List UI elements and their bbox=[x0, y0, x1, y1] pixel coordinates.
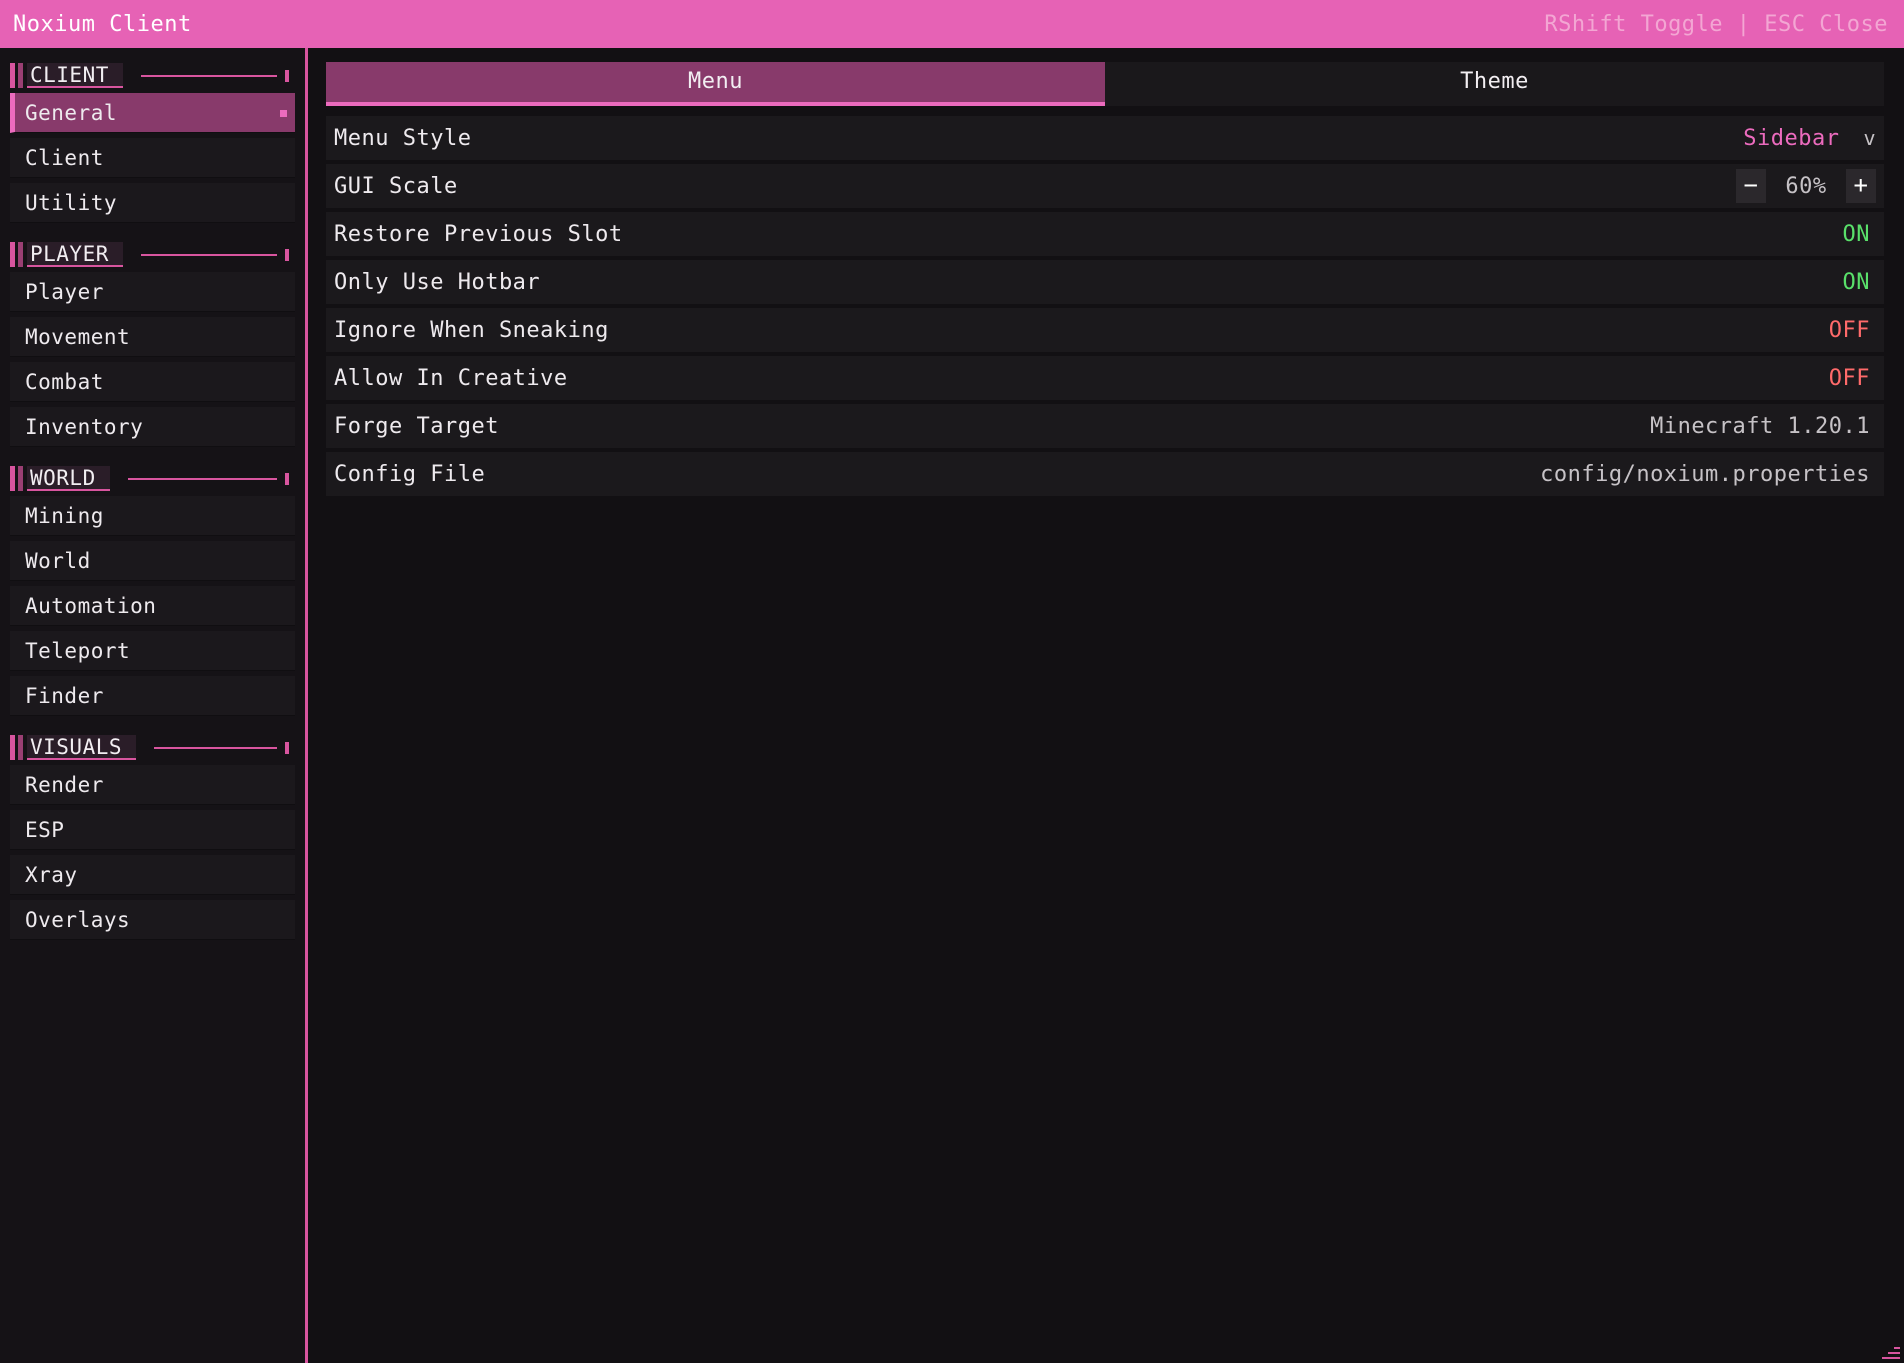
setting-label: Restore Previous Slot bbox=[334, 221, 623, 247]
sidebar-item-combat[interactable]: Combat bbox=[10, 362, 295, 402]
toggle-ignore-when-sneaking[interactable]: OFF bbox=[1829, 318, 1870, 343]
sidebar: CLIENT General Client Utility PLAYER Pla… bbox=[0, 48, 308, 1363]
sidebar-item-world[interactable]: World bbox=[10, 541, 295, 581]
setting-label: Forge Target bbox=[334, 413, 499, 439]
toggle-restore-previous-slot[interactable]: ON bbox=[1843, 222, 1871, 247]
setting-menu-style: Menu Style Sidebar v bbox=[326, 116, 1884, 160]
setting-label: Ignore When Sneaking bbox=[334, 317, 609, 343]
section-header-client: CLIENT bbox=[10, 63, 295, 88]
sidebar-item-automation[interactable]: Automation bbox=[10, 586, 295, 626]
section-header-world: WORLD bbox=[10, 466, 295, 491]
sidebar-item-general[interactable]: General bbox=[10, 93, 295, 133]
menu-style-dropdown[interactable]: Sidebar v bbox=[1743, 125, 1875, 151]
sidebar-item-teleport[interactable]: Teleport bbox=[10, 631, 295, 671]
config-file-value: config/noxium.properties bbox=[1540, 461, 1870, 487]
setting-forge-target: Forge Target Minecraft 1.20.1 bbox=[326, 404, 1884, 448]
section-label: WORLD bbox=[27, 466, 110, 491]
section-label: PLAYER bbox=[27, 242, 123, 267]
sidebar-item-movement[interactable]: Movement bbox=[10, 317, 295, 357]
toggle-only-use-hotbar[interactable]: ON bbox=[1843, 270, 1871, 295]
section-label: VISUALS bbox=[27, 735, 137, 760]
setting-allow-in-creative: Allow In Creative OFF bbox=[326, 356, 1884, 400]
plus-icon[interactable]: + bbox=[1846, 169, 1876, 203]
setting-label: GUI Scale bbox=[334, 173, 458, 199]
setting-label: Only Use Hotbar bbox=[334, 269, 541, 295]
sidebar-item-inventory[interactable]: Inventory bbox=[10, 407, 295, 447]
settings-panel: Menu Theme Menu Style Sidebar v GUI Scal… bbox=[326, 62, 1884, 500]
tab-menu[interactable]: Menu bbox=[326, 62, 1105, 106]
setting-label: Allow In Creative bbox=[334, 365, 568, 391]
setting-ignore-when-sneaking: Ignore When Sneaking OFF bbox=[326, 308, 1884, 352]
setting-only-use-hotbar: Only Use Hotbar ON bbox=[326, 260, 1884, 304]
setting-restore-previous-slot: Restore Previous Slot ON bbox=[326, 212, 1884, 256]
chevron-down-icon: v bbox=[1863, 126, 1876, 150]
sidebar-item-overlays[interactable]: Overlays bbox=[10, 900, 295, 940]
sidebar-item-esp[interactable]: ESP bbox=[10, 810, 295, 850]
sidebar-item-mining[interactable]: Mining bbox=[10, 496, 295, 536]
stepper-value: 60% bbox=[1785, 173, 1827, 199]
sidebar-item-render[interactable]: Render bbox=[10, 765, 295, 805]
sidebar-item-xray[interactable]: Xray bbox=[10, 855, 295, 895]
gui-scale-stepper: − 60% + bbox=[1736, 169, 1876, 203]
forge-target-value: Minecraft 1.20.1 bbox=[1650, 413, 1870, 439]
tab-bar: Menu Theme bbox=[326, 62, 1884, 106]
setting-config-file: Config File config/noxium.properties bbox=[326, 452, 1884, 496]
section-header-player: PLAYER bbox=[10, 242, 295, 267]
sidebar-item-player[interactable]: Player bbox=[10, 272, 295, 312]
dropdown-value: Sidebar bbox=[1743, 125, 1840, 151]
tab-theme[interactable]: Theme bbox=[1105, 62, 1884, 106]
sidebar-item-finder[interactable]: Finder bbox=[10, 676, 295, 716]
keybind-hint: RShift Toggle | ESC Close bbox=[1544, 11, 1888, 37]
setting-gui-scale: GUI Scale − 60% + bbox=[326, 164, 1884, 208]
section-header-visuals: VISUALS bbox=[10, 735, 295, 760]
toggle-allow-in-creative[interactable]: OFF bbox=[1829, 366, 1870, 391]
sidebar-item-client[interactable]: Client bbox=[10, 138, 295, 178]
window-title: Noxium Client bbox=[13, 11, 192, 37]
resize-grip-icon[interactable] bbox=[1882, 1345, 1900, 1359]
setting-label: Menu Style bbox=[334, 125, 472, 151]
section-label: CLIENT bbox=[27, 63, 123, 88]
setting-label: Config File bbox=[334, 461, 486, 487]
title-bar: Noxium Client RShift Toggle | ESC Close bbox=[0, 0, 1904, 48]
minus-icon[interactable]: − bbox=[1736, 169, 1766, 203]
sidebar-item-utility[interactable]: Utility bbox=[10, 183, 295, 223]
